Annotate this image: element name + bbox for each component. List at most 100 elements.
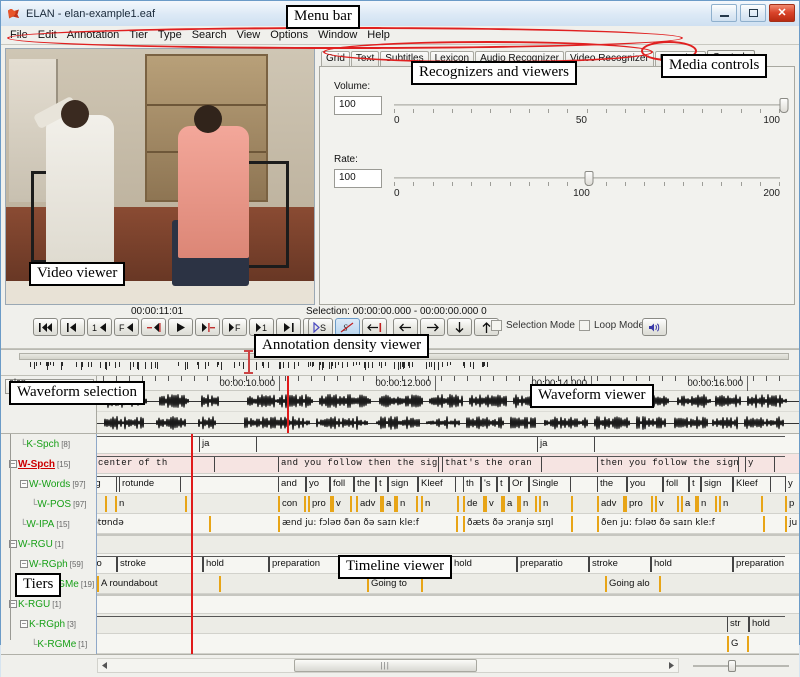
annotation[interactable]: de — [463, 496, 485, 512]
timeline-viewer[interactable]: └K-Spch[8]–W-Spch[15]–W-Words[97]└W-POS[… — [1, 434, 799, 655]
annotation[interactable]: foll — [663, 476, 689, 492]
annotation[interactable]: y — [785, 476, 799, 492]
annotation[interactable]: preparatio — [517, 556, 589, 572]
volume-button[interactable] — [642, 318, 667, 336]
horizontal-scroll-track[interactable]: ||| — [111, 659, 665, 672]
tier-label-w-pos[interactable]: W-POS — [37, 499, 71, 510]
annotation[interactable]: v — [332, 496, 352, 512]
annotation[interactable]: big — [97, 476, 117, 492]
menu-search[interactable]: Search — [187, 28, 232, 42]
annotation[interactable]: n — [396, 496, 418, 512]
menu-options[interactable]: Options — [265, 28, 313, 42]
annotation-row[interactable]: strhold — [97, 614, 799, 634]
selection-mode-row[interactable]: Selection Mode — [491, 320, 575, 331]
annotation[interactable]: n — [519, 496, 537, 512]
annotation-row[interactable] — [97, 594, 799, 614]
annotation[interactable]: th — [463, 476, 481, 492]
annotation[interactable]: aratio — [97, 556, 117, 572]
annotation[interactable]: ðæts ðə ɔranjə sɪŋl — [463, 516, 573, 532]
annotation[interactable]: a — [382, 496, 396, 512]
annotation[interactable]: foll — [330, 476, 354, 492]
menu-window[interactable]: Window — [313, 28, 362, 42]
annotation-row[interactable] — [97, 534, 799, 554]
tier-label-w-words[interactable]: W-Words — [29, 479, 70, 490]
annotation[interactable]: then you follow the sign — [597, 456, 739, 472]
annotation[interactable]: hold — [749, 616, 799, 632]
annotation[interactable]: Or — [509, 476, 529, 492]
menu-view[interactable]: View — [232, 28, 266, 42]
annotation[interactable]: t — [497, 476, 509, 492]
annotation[interactable]: ðen ju: fɔləʊ ðə saɪn kle:f — [597, 516, 765, 532]
annotation[interactable]: rotunde — [119, 476, 181, 492]
annotation[interactable]: and — [278, 476, 306, 492]
tier-expander-toggle[interactable]: – — [20, 620, 28, 628]
volume-slider-thumb[interactable] — [780, 98, 789, 113]
tier-name-row[interactable]: –W-Spch[15] — [1, 454, 96, 474]
timeline-horizontal-scrollbar[interactable]: ||| — [97, 658, 679, 673]
tier-label-w-rgph[interactable]: W-RGph — [29, 559, 68, 570]
annotation[interactable]: adv — [356, 496, 382, 512]
rate-slider-thumb[interactable] — [585, 171, 594, 186]
annotation-row[interactable]: ja ja — [97, 434, 799, 454]
annotation[interactable]: is to the center of th — [97, 456, 215, 472]
annotation[interactable]: n — [421, 496, 459, 512]
annotation[interactable]: ja — [199, 436, 257, 452]
next-pixel-button[interactable] — [195, 318, 220, 336]
tab-video-recognizer[interactable]: Video Recognizer — [565, 51, 654, 66]
annotation-row[interactable]: is to the center of thand you follow the… — [97, 454, 799, 474]
go-to-begin-button[interactable] — [33, 318, 58, 336]
annotation-row[interactable]: tu ðɪs bɪg rɔtʊndə ænd ju: fɔləʊ ðən ðə s… — [97, 514, 799, 534]
annotation[interactable]: n — [115, 496, 187, 512]
play-button[interactable] — [168, 318, 193, 336]
annotation[interactable]: p — [785, 496, 799, 512]
tier-label-w-spch[interactable]: W-Spch — [18, 459, 55, 470]
annotation[interactable]: preparation — [733, 556, 799, 572]
down-arrow-button[interactable] — [447, 318, 472, 336]
tier-label-k-spch[interactable]: K-Spch — [26, 439, 59, 450]
annotation[interactable]: ænd ju: fɔləʊ ðən ðə saɪn kle:f — [278, 516, 458, 532]
previous-scroll-view-button[interactable] — [60, 318, 85, 336]
loop-mode-row[interactable]: Loop Mode — [579, 320, 644, 331]
minimize-button[interactable] — [711, 4, 737, 22]
loop-mode-checkbox[interactable] — [579, 320, 590, 331]
annotation[interactable]: adv — [597, 496, 625, 512]
annotation[interactable]: ju — [785, 516, 799, 532]
annotation[interactable]: v — [655, 496, 679, 512]
tier-name-panel[interactable]: └K-Spch[8]–W-Spch[15]–W-Words[97]└W-POS[… — [1, 434, 97, 654]
annotation[interactable]: the — [597, 476, 627, 492]
tier-expander-toggle[interactable]: – — [20, 480, 28, 488]
menu-annotation[interactable]: Annotation — [62, 28, 125, 42]
menu-edit[interactable]: Edit — [33, 28, 62, 42]
annotation[interactable]: hold — [203, 556, 269, 572]
annotation-row[interactable]: G — [97, 634, 799, 654]
tier-name-row[interactable]: –W-RGU[1] — [1, 534, 96, 554]
annotation[interactable]: n — [719, 496, 763, 512]
selection-mode-checkbox[interactable] — [491, 320, 502, 331]
next-frame-button[interactable]: F — [222, 318, 247, 336]
tier-label-w-rgu[interactable]: W-RGU — [18, 539, 53, 550]
annotation[interactable]: y — [745, 456, 775, 472]
previous-pixel-button[interactable] — [141, 318, 166, 336]
tier-name-row[interactable]: └K-RGMe[1] — [1, 634, 96, 654]
tier-label-k-rgme[interactable]: K-RGMe — [37, 639, 76, 650]
tier-name-row[interactable]: └K-Spch[8] — [1, 434, 96, 454]
annotation[interactable]: pro — [308, 496, 332, 512]
menu-file[interactable]: File — [5, 28, 33, 42]
annotation[interactable]: ja — [537, 436, 595, 452]
scroll-left-button[interactable] — [98, 659, 111, 672]
time-ruler[interactable]: 00:00:10.00000:00:12.00000:00:14.00000:0… — [97, 376, 799, 391]
annotation[interactable]: G — [727, 636, 749, 652]
annotation[interactable]: t — [376, 476, 388, 492]
scroll-right-button[interactable] — [665, 659, 678, 672]
annotation[interactable]: sign — [701, 476, 733, 492]
menu-tier[interactable]: Tier — [124, 28, 153, 42]
annotation[interactable]: tu ðɪs bɪg rɔtʊndə — [97, 516, 211, 532]
previous-frame-button[interactable]: F — [114, 318, 139, 336]
annotation[interactable]: Single — [529, 476, 571, 492]
tier-name-row[interactable]: –W-Words[97] — [1, 474, 96, 494]
annotation[interactable]: pro — [625, 496, 653, 512]
maximize-button[interactable] — [740, 4, 766, 22]
close-button[interactable]: ✕ — [769, 4, 795, 22]
annotation[interactable]: Going alo — [605, 576, 661, 592]
annotation[interactable]: v — [485, 496, 503, 512]
